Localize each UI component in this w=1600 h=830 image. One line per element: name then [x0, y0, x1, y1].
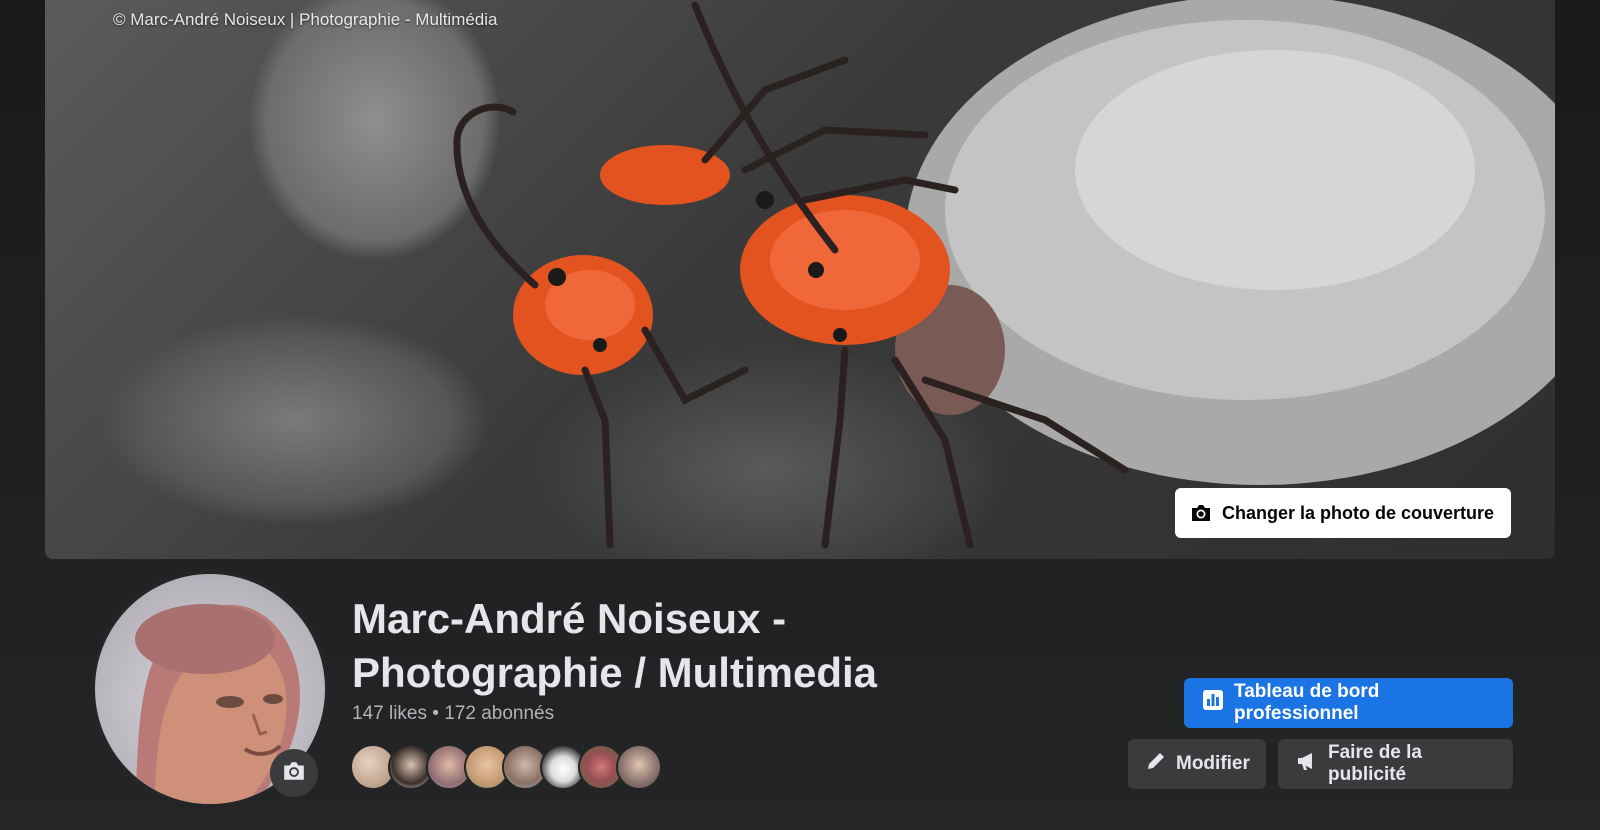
cover-watermark: © Marc-André Noiseux | Photographie - Mu…: [113, 10, 498, 29]
profile-header: © Marc-André Noiseux | Photographie - Mu…: [0, 0, 1600, 830]
camera-icon: [1190, 503, 1212, 523]
chart-icon: [1202, 689, 1224, 717]
promote-label: Faire de la publicité: [1328, 742, 1422, 785]
page-stats: 147 likes • 172 abonnés: [352, 703, 554, 725]
edit-label: Modifier: [1176, 753, 1250, 774]
promote-button[interactable]: Faire de la publicité: [1278, 739, 1513, 789]
pencil-icon: [1146, 751, 1166, 777]
follower-avatar[interactable]: [616, 744, 662, 790]
likes-link[interactable]: 147 likes: [352, 703, 427, 724]
change-cover-label: Changer la photo de couverture: [1221, 502, 1494, 523]
followers-link[interactable]: 172 abonnés: [444, 703, 554, 724]
page-title: Marc-André Noiseux - Photographie / Mult…: [352, 595, 878, 696]
avatar-camera-button[interactable]: [270, 749, 318, 797]
megaphone-icon: [1296, 751, 1318, 777]
professional-dashboard-label: Tableau de bord professionnel: [1234, 681, 1380, 724]
cover-photo-art: [453, 0, 1555, 549]
stats-separator: •: [427, 703, 445, 724]
change-cover-button[interactable]: Changer la photo de couverture: [1174, 488, 1511, 538]
cover-photo[interactable]: © Marc-André Noiseux | Photographie - Mu…: [45, 0, 1555, 559]
edit-button[interactable]: Modifier: [1128, 739, 1266, 789]
follower-avatars: [350, 744, 662, 790]
camera-icon: [282, 760, 306, 787]
professional-dashboard-button[interactable]: Tableau de bord professionnel: [1184, 678, 1513, 728]
